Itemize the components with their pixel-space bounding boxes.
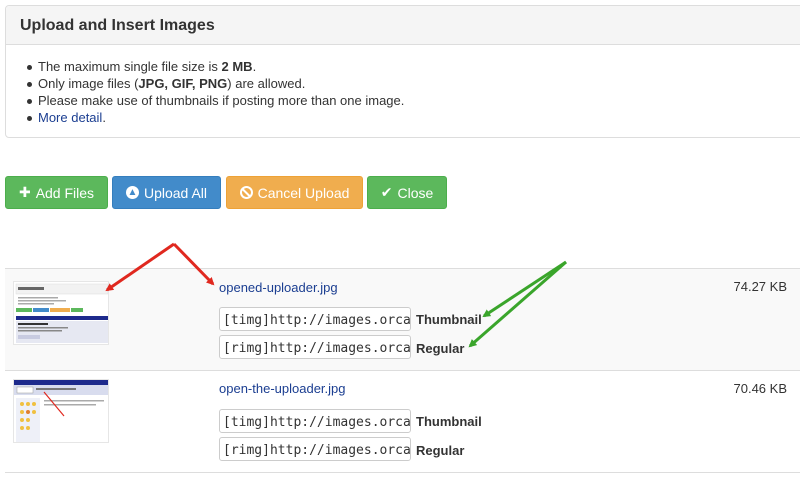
upload-all-button[interactable]: ▲ Upload All [112,176,221,209]
thumbnail-code-input[interactable] [219,409,411,433]
upload-panel: Upload and Insert Images The maximum sin… [5,5,800,138]
rule-text: The maximum single file size is [38,59,222,74]
circle-arrow-up-icon: ▲ [125,186,139,199]
add-files-label: Add Files [35,184,95,201]
file-thumbnail[interactable] [13,379,109,443]
rule-max-size: The maximum single file size is 2 MB. [27,58,800,75]
thumbnail-label: Thumbnail [416,414,482,429]
file-row: opened-uploader.jpg 74.27 KB Thumbnail R… [5,268,800,370]
thumbnail-label: Thumbnail [416,312,482,327]
file-size: 70.46 KB [733,381,788,396]
panel-title: Upload and Insert Images [6,6,800,45]
rule-bold: JPG, GIF, PNG [138,76,228,91]
plus-icon: ✚ [18,184,31,200]
check-icon: ✔ [380,184,393,200]
cancel-upload-button[interactable]: Cancel Upload [226,176,363,209]
cancel-upload-label: Cancel Upload [257,184,350,201]
file-name-link[interactable]: opened-uploader.jpg [219,280,338,295]
close-button[interactable]: ✔ Close [367,176,447,209]
more-detail-link[interactable]: More detail [38,110,102,125]
regular-code-input[interactable] [219,335,411,359]
file-row: open-the-uploader.jpg 70.46 KB Thumbnail… [5,370,800,473]
close-label: Close [397,184,434,201]
rule-more: More detail. [27,109,800,126]
rule-text: Please make use of thumbnails if posting… [38,93,405,108]
regular-label: Regular [416,341,465,356]
rule-file-types: Only image files (JPG, GIF, PNG) are all… [27,75,800,92]
rule-text: ) are allowed. [227,76,306,91]
thumbnail-preview-image [14,380,108,442]
upload-all-label: Upload All [143,184,208,201]
rule-bold: 2 MB [221,59,253,74]
rules-list: The maximum single file size is 2 MB. On… [26,58,800,126]
panel-body: The maximum single file size is 2 MB. On… [6,45,800,126]
rule-text: Only image files ( [38,76,139,91]
file-size: 74.27 KB [733,279,788,294]
rule-thumbnails: Please make use of thumbnails if posting… [27,92,800,109]
file-name-link[interactable]: open-the-uploader.jpg [219,381,346,396]
regular-label: Regular [416,443,465,458]
add-files-button[interactable]: ✚ Add Files [5,176,108,209]
rule-text: . [102,110,106,125]
thumbnail-code-input[interactable] [219,307,411,331]
file-thumbnail[interactable] [13,281,109,345]
rule-text: . [252,59,257,74]
thumbnail-preview-image [14,282,108,344]
ban-icon [239,186,253,199]
regular-code-input[interactable] [219,437,411,461]
